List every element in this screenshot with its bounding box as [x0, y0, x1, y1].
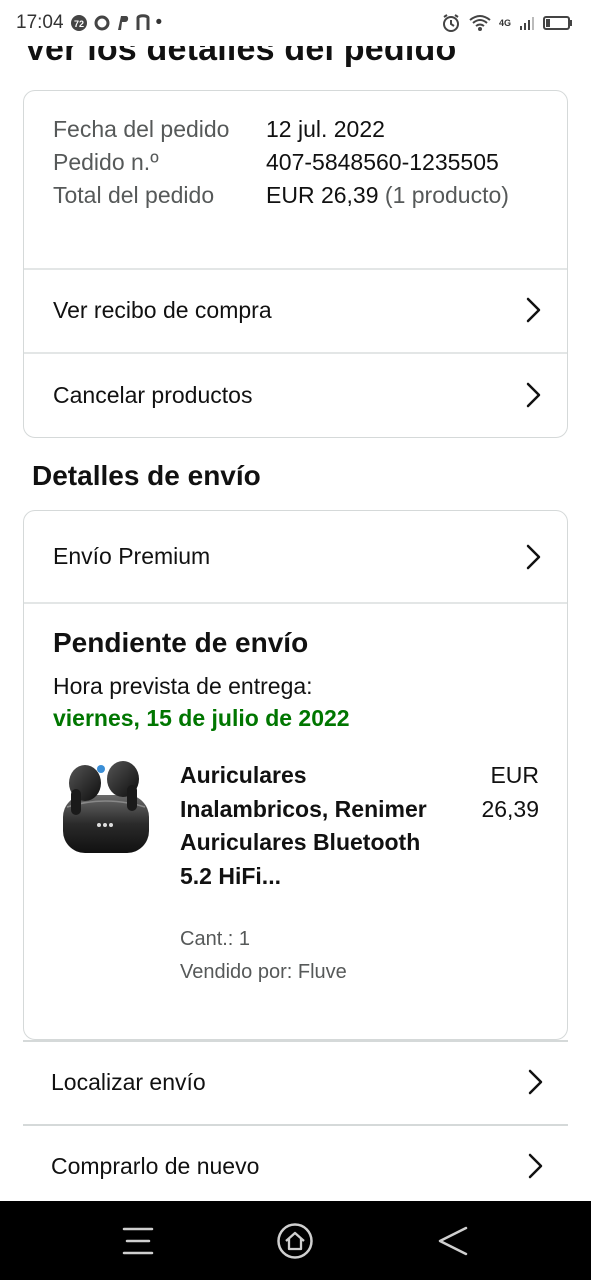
alarm-icon	[442, 14, 459, 32]
shipment-status: Pendiente de envío	[53, 627, 309, 658]
order-number-row: Pedido n.º 407-5848560-1235505	[53, 146, 543, 179]
cancel-products-link[interactable]: Cancelar productos	[24, 353, 567, 437]
chevron-right-icon	[526, 297, 541, 323]
n-icon	[136, 14, 150, 30]
status-right: 4G	[441, 13, 573, 33]
system-nav-bar	[0, 1201, 591, 1280]
product-earbuds-image[interactable]	[57, 755, 153, 859]
paypal-icon	[117, 16, 128, 30]
order-total-value: EUR 26,39 (1 producto)	[266, 179, 509, 212]
notification-badge-icon: 72	[70, 15, 87, 31]
chevron-right-icon	[528, 1069, 543, 1095]
product-title-link[interactable]: Auriculares Inalambricos, Renimer Auricu…	[180, 759, 430, 893]
shipping-section-title: Detalles de envío	[32, 460, 261, 491]
order-summary-card: Fecha del pedido 12 jul. 2022 Pedido n.º…	[23, 90, 568, 438]
status-bar: 17:04 72 • 4G	[0, 0, 591, 46]
wifi-icon	[469, 15, 491, 31]
home-icon[interactable]	[276, 1222, 314, 1260]
product-price: EUR 26,39	[481, 762, 539, 822]
divider	[24, 602, 567, 604]
order-date-value: 12 jul. 2022	[266, 116, 385, 142]
product-seller: Vendido por: Fluve	[180, 961, 347, 983]
product-quantity: Cant.: 1	[180, 928, 251, 950]
svg-text:72: 72	[74, 19, 84, 29]
track-shipment-label: Localizar envío	[51, 1068, 206, 1095]
buy-again-link[interactable]: Comprarlo de nuevo	[23, 1124, 568, 1208]
buy-again-label: Comprarlo de nuevo	[51, 1152, 260, 1179]
view-receipt-label: Ver recibo de compra	[53, 296, 272, 323]
order-summary: Fecha del pedido 12 jul. 2022 Pedido n.º…	[53, 113, 543, 212]
chevron-right-icon	[528, 1153, 543, 1179]
order-total-items: (1 producto)	[384, 182, 509, 208]
status-left: 17:04 72 •	[16, 12, 162, 34]
order-total-amount: EUR 26,39	[266, 182, 379, 208]
shipping-card: Envío Premium Pendiente de envío Hora pr…	[23, 510, 568, 1040]
order-number-label: Pedido n.º	[53, 149, 159, 175]
signal-icon	[520, 17, 534, 30]
delivery-eta-date: viernes, 15 de julio de 2022	[53, 705, 350, 731]
order-total-row: Total del pedido EUR 26,39 (1 producto)	[53, 179, 543, 212]
network-label: 4G	[498, 18, 511, 28]
shipping-method-link[interactable]: Envío Premium	[24, 511, 567, 602]
order-date-row: Fecha del pedido 12 jul. 2022	[53, 113, 543, 146]
chevron-right-icon	[526, 544, 541, 569]
back-icon[interactable]	[436, 1224, 470, 1258]
menu-icon[interactable]	[121, 1224, 155, 1258]
shipping-method-label: Envío Premium	[53, 543, 211, 569]
view-receipt-link[interactable]: Ver recibo de compra	[24, 269, 567, 351]
track-shipment-link[interactable]: Localizar envío	[23, 1040, 568, 1124]
delivery-eta-label: Hora prevista de entrega:	[53, 673, 313, 699]
cancel-products-label: Cancelar productos	[53, 381, 253, 408]
order-total-label: Total del pedido	[53, 182, 215, 208]
o-icon	[94, 15, 110, 31]
order-number-value: 407-5848560-1235505	[266, 149, 499, 175]
battery-icon	[543, 16, 572, 30]
chevron-right-icon	[526, 382, 541, 408]
status-time: 17:04	[16, 12, 64, 33]
order-date-label: Fecha del pedido	[53, 116, 230, 142]
status-dot: •	[155, 12, 163, 33]
